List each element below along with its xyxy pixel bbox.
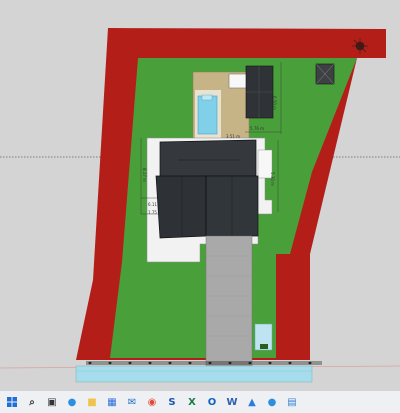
bin	[260, 344, 268, 349]
dim-label-2: 5.76 m	[250, 126, 264, 131]
outlook-icon[interactable]: O	[204, 394, 220, 410]
search-icon[interactable]: ⌕	[24, 394, 40, 410]
sketchup-viewport[interactable]: 6.50 m 5.76 m 5.30 m 3.51 m 8.17 m 6.11 …	[0, 0, 400, 390]
windows-taskbar: ⌕ ▣ ● ■ ▦ ✉ ◉ S X O W ▲ ● ▤	[0, 390, 400, 413]
store-icon[interactable]: ▤	[284, 394, 300, 410]
dim-label-1: 6.50 m	[272, 96, 277, 110]
media-player-icon[interactable]: ●	[264, 394, 280, 410]
photos-app-icon[interactable]: ▲	[244, 394, 260, 410]
site-plan-model: 6.50 m 5.76 m 5.30 m 3.51 m 8.17 m 6.11 …	[0, 28, 400, 383]
task-view-icon[interactable]: ▣	[44, 394, 60, 410]
sketchup-icon[interactable]: S	[164, 394, 180, 410]
dim-label-4: 3.51 m	[226, 134, 240, 139]
driveway	[205, 235, 253, 367]
dim-label-7: 1.75	[148, 210, 157, 215]
pergola-structure	[228, 73, 248, 89]
dim-label-3: 5.30 m	[270, 172, 275, 186]
edge-browser-icon[interactable]: ●	[64, 394, 80, 410]
calendar-app-icon[interactable]: ▦	[104, 394, 120, 410]
front-fence	[86, 361, 322, 365]
dim-label-6: 6.11	[148, 202, 157, 207]
swimming-pool	[197, 95, 218, 135]
file-explorer-icon[interactable]: ■	[84, 394, 100, 410]
pool-steps	[201, 94, 213, 101]
terrace-step	[257, 149, 273, 179]
word-icon[interactable]: W	[224, 394, 240, 410]
chrome-icon[interactable]: ◉	[144, 394, 160, 410]
start-button[interactable]	[4, 394, 20, 410]
windows-logo-icon	[7, 397, 17, 407]
excel-icon[interactable]: X	[184, 394, 200, 410]
dim-label-5: 8.17 m	[142, 168, 147, 182]
house-roof	[155, 139, 259, 239]
street-strip	[75, 365, 313, 383]
mail-app-icon[interactable]: ✉	[124, 394, 140, 410]
